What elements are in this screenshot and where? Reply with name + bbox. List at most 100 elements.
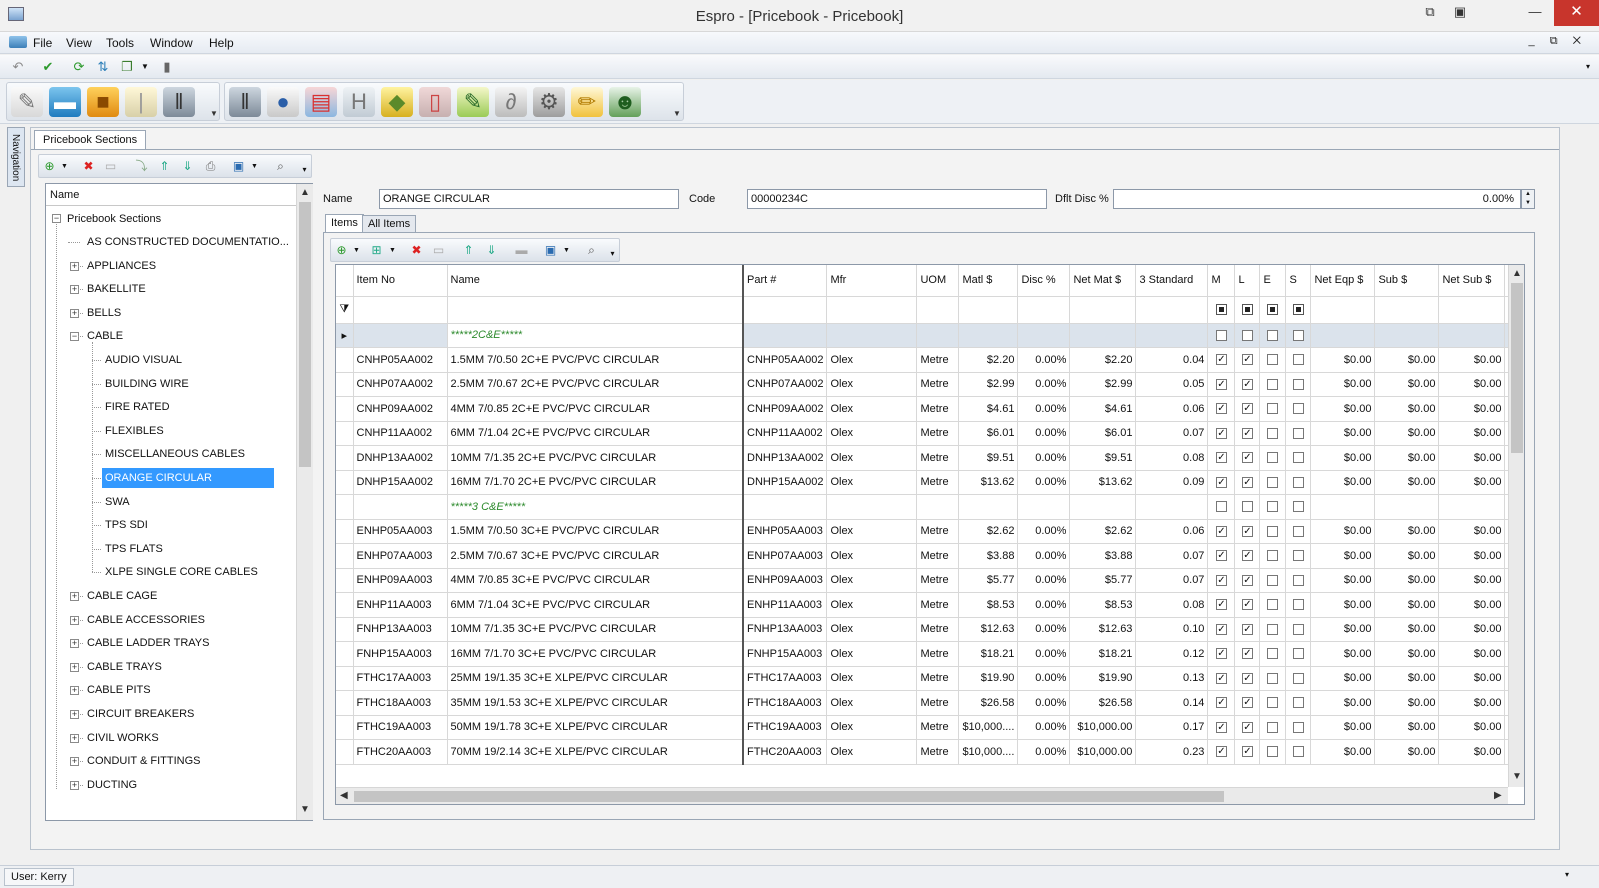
row-checkbox[interactable] — [1234, 494, 1261, 520]
item-no-cell[interactable]: FTHC18AA003 — [353, 690, 448, 716]
scroll-thumb[interactable] — [299, 202, 311, 467]
net-eqp-cell[interactable]: $0.00 — [1310, 543, 1376, 569]
row-checkbox[interactable] — [1285, 323, 1312, 348]
column-header[interactable]: UOM — [916, 265, 960, 297]
binders-icon[interactable]: ‖ — [163, 87, 195, 117]
name-field[interactable]: ORANGE CIRCULAR — [379, 189, 679, 209]
mfr-cell[interactable]: Olex — [826, 739, 918, 765]
row-indicator[interactable] — [336, 347, 354, 373]
uom-cell[interactable]: Metre — [916, 421, 960, 446]
tree-item[interactable]: ORANGE CIRCULAR — [102, 468, 274, 488]
standard-cell[interactable]: 0.05 — [1135, 372, 1209, 397]
m-checkbox[interactable]: ✓ — [1207, 372, 1236, 397]
standard-cell[interactable]: 0.07 — [1135, 568, 1209, 593]
row-indicator[interactable] — [336, 372, 354, 397]
net-sub-cell[interactable]: $0.00 — [1438, 690, 1506, 716]
net-mat-cell[interactable]: $2.99 — [1069, 372, 1137, 397]
net-mat-cell[interactable]: $3.88 — [1069, 543, 1137, 569]
tree-column-header[interactable]: Name — [46, 184, 296, 206]
mfr-cell[interactable]: Olex — [826, 641, 918, 667]
uom-cell[interactable]: Metre — [916, 396, 960, 422]
mfr-cell[interactable]: Olex — [826, 592, 918, 618]
grid-cell[interactable] — [1069, 323, 1137, 348]
m-checkbox[interactable]: ✓ — [1207, 617, 1236, 642]
uom-cell[interactable]: Metre — [916, 519, 960, 544]
tree-item[interactable]: CABLE — [84, 326, 123, 346]
item-no-cell[interactable]: FTHC19AA003 — [353, 715, 448, 740]
trash-icon[interactable]: ▮ — [159, 59, 175, 75]
standard-cell[interactable]: 0.04 — [1135, 347, 1209, 373]
chevron-down-icon[interactable]: ▼ — [559, 243, 574, 258]
tree-item[interactable]: BAKELLITE — [84, 279, 146, 299]
l-checkbox[interactable]: ✓ — [1234, 347, 1261, 373]
net-eqp-cell[interactable]: $0.00 — [1310, 372, 1376, 397]
move-down-icon[interactable]: ⇓ — [180, 159, 195, 174]
item-name-cell[interactable]: 35MM 19/1.53 3C+E XLPE/PVC CIRCULAR — [447, 690, 744, 716]
grid-cell[interactable] — [1310, 323, 1376, 348]
tree-item[interactable]: XLPE SINGLE CORE CABLES — [102, 562, 258, 582]
l-checkbox[interactable]: ✓ — [1234, 396, 1261, 422]
e-checkbox[interactable] — [1259, 396, 1287, 422]
part-no-cell[interactable]: FTHC19AA003 — [743, 715, 828, 740]
tree-item[interactable]: CABLE LADDER TRAYS — [84, 633, 209, 653]
disc-cell[interactable]: 0.00% — [1017, 739, 1071, 765]
disc-cell[interactable]: 0.00% — [1017, 690, 1071, 716]
net-sub-cell[interactable]: $0.00 — [1438, 568, 1506, 593]
matl-cell[interactable]: $19.90 — [958, 666, 1019, 691]
item-no-cell[interactable]: FTHC20AA003 — [353, 739, 448, 765]
table-row[interactable]: FTHC18AA003 35MM 19/1.53 3C+E XLPE/PVC CI… — [336, 690, 1523, 716]
row-indicator[interactable] — [336, 690, 354, 716]
group-name-cell[interactable]: *****3 C&E***** — [447, 494, 744, 520]
group-row[interactable]: *****3 C&E***** — [336, 494, 1523, 520]
table-row[interactable]: DNHP15AA002 16MM 7/1.70 2C+E PVC/PVC CIRC… — [336, 470, 1523, 495]
item-name-cell[interactable]: 50MM 19/1.78 3C+E XLPE/PVC CIRCULAR — [447, 715, 744, 740]
l-checkbox[interactable]: ✓ — [1234, 617, 1261, 642]
row-checkbox[interactable] — [1207, 494, 1236, 520]
menu-file[interactable]: File — [33, 36, 52, 50]
matl-cell[interactable]: $12.63 — [958, 617, 1019, 642]
l-checkbox[interactable]: ✓ — [1234, 739, 1261, 765]
column-header[interactable]: Disc % — [1017, 265, 1071, 297]
tree-item[interactable]: TPS SDI — [102, 515, 148, 535]
net-sub-cell[interactable]: $0.00 — [1438, 666, 1506, 691]
disc-cell[interactable]: 0.00% — [1017, 641, 1071, 667]
grid-cell[interactable] — [353, 323, 448, 348]
sub-cell[interactable]: $0.00 — [1374, 739, 1440, 765]
matl-cell[interactable]: $8.53 — [958, 592, 1019, 618]
l-checkbox[interactable]: ✓ — [1234, 690, 1261, 716]
mfr-cell[interactable]: Olex — [826, 617, 918, 642]
mfr-cell[interactable]: Olex — [826, 715, 918, 740]
sub-cell[interactable]: $0.00 — [1374, 372, 1440, 397]
mfr-cell[interactable]: Olex — [826, 470, 918, 495]
menu-tools[interactable]: Tools — [106, 36, 134, 50]
item-name-cell[interactable]: 2.5MM 7/0.67 2C+E PVC/PVC CIRCULAR — [447, 372, 744, 397]
row-checkbox[interactable] — [1259, 494, 1287, 520]
item-no-cell[interactable]: ENHP05AA003 — [353, 519, 448, 544]
chevron-down-icon[interactable]: ▼ — [57, 159, 72, 174]
group-row[interactable]: ▸ *****2C&E***** — [336, 323, 1523, 348]
sub-cell[interactable]: $0.00 — [1374, 519, 1440, 544]
sub-cell[interactable]: $0.00 — [1374, 666, 1440, 691]
default-discount-field[interactable]: 0.00% — [1113, 189, 1521, 209]
l-checkbox[interactable]: ✓ — [1234, 641, 1261, 667]
table-row[interactable]: ENHP09AA003 4MM 7/0.85 3C+E PVC/PVC CIRCU… — [336, 568, 1523, 593]
tab-pricebook-sections[interactable]: Pricebook Sections — [34, 130, 147, 150]
s-checkbox[interactable] — [1285, 641, 1312, 667]
part-no-cell[interactable]: CNHP11AA002 — [743, 421, 828, 446]
l-checkbox[interactable]: ✓ — [1234, 715, 1261, 740]
item-name-cell[interactable]: 25MM 19/1.35 3C+E XLPE/PVC CIRCULAR — [447, 666, 744, 691]
disc-cell[interactable]: 0.00% — [1017, 666, 1071, 691]
net-mat-cell[interactable]: $4.61 — [1069, 396, 1137, 422]
filter-cell[interactable] — [1438, 296, 1506, 324]
e-checkbox[interactable] — [1259, 617, 1287, 642]
scroll-thumb[interactable] — [1511, 283, 1523, 453]
tree-item[interactable]: CIVIL WORKS — [84, 728, 159, 748]
standard-cell[interactable]: 0.07 — [1135, 543, 1209, 569]
item-name-cell[interactable]: 10MM 7/1.35 3C+E PVC/PVC CIRCULAR — [447, 617, 744, 642]
disc-cell[interactable]: 0.00% — [1017, 445, 1071, 471]
item-no-cell[interactable]: ENHP07AA003 — [353, 543, 448, 569]
e-checkbox[interactable] — [1259, 519, 1287, 544]
part-no-cell[interactable]: FNHP15AA003 — [743, 641, 828, 667]
save-icon[interactable]: ▣ — [543, 243, 558, 258]
part-no-cell[interactable]: CNHP07AA002 — [743, 372, 828, 397]
